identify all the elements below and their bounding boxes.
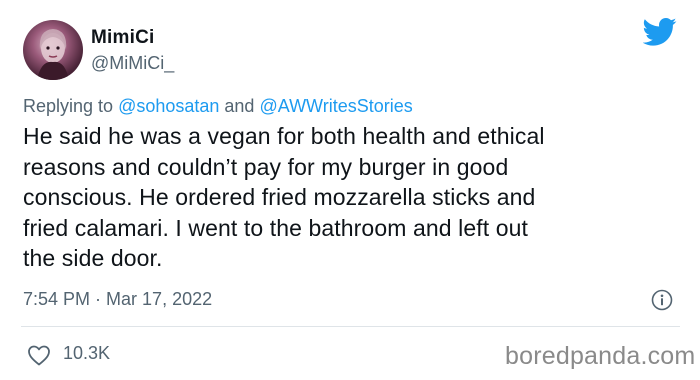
tweet-card: MimiCi @MiMiCi_ Replying to @sohosatan a… bbox=[0, 0, 700, 380]
tweet-text-line: the side door. bbox=[23, 245, 163, 271]
reply-mention-link[interactable]: @sohosatan bbox=[118, 96, 219, 116]
tweet-text-line: fried calamari. I went to the bathroom a… bbox=[23, 214, 528, 241]
user-handle[interactable]: @MiMiCi_ bbox=[91, 53, 174, 74]
display-name[interactable]: MimiCi bbox=[91, 27, 154, 49]
tweet-text-line: reasons and couldn’t pay for my burger i… bbox=[23, 153, 509, 180]
reply-mention-link[interactable]: @AWWritesStories bbox=[259, 96, 412, 116]
tweet-timestamp[interactable]: 7:54 PM · Mar 17, 2022 bbox=[23, 289, 212, 310]
heart-icon[interactable] bbox=[27, 344, 51, 366]
tweet-text-line: He said he was a vegan for both health a… bbox=[23, 123, 545, 149]
watermark: boredpanda.com bbox=[505, 342, 696, 370]
avatar[interactable] bbox=[23, 20, 83, 80]
timestamp-separator: · bbox=[90, 289, 107, 309]
info-icon[interactable] bbox=[651, 289, 673, 311]
replying-prefix: Replying to bbox=[23, 96, 119, 116]
tweet-time: 7:54 PM bbox=[23, 289, 91, 309]
divider bbox=[21, 326, 680, 327]
tweet-date: Mar 17, 2022 bbox=[106, 289, 213, 309]
replying-and: and bbox=[219, 96, 260, 116]
tweet-text-line: conscious. He ordered fried mozzarella s… bbox=[23, 184, 536, 210]
tweet-text: He said he was a vegan for both health a… bbox=[23, 121, 683, 274]
replying-to: Replying to @sohosatan and @AWWritesStor… bbox=[23, 96, 413, 117]
twitter-bird-icon[interactable] bbox=[642, 17, 677, 47]
like-count[interactable]: 10.3K bbox=[63, 343, 110, 364]
